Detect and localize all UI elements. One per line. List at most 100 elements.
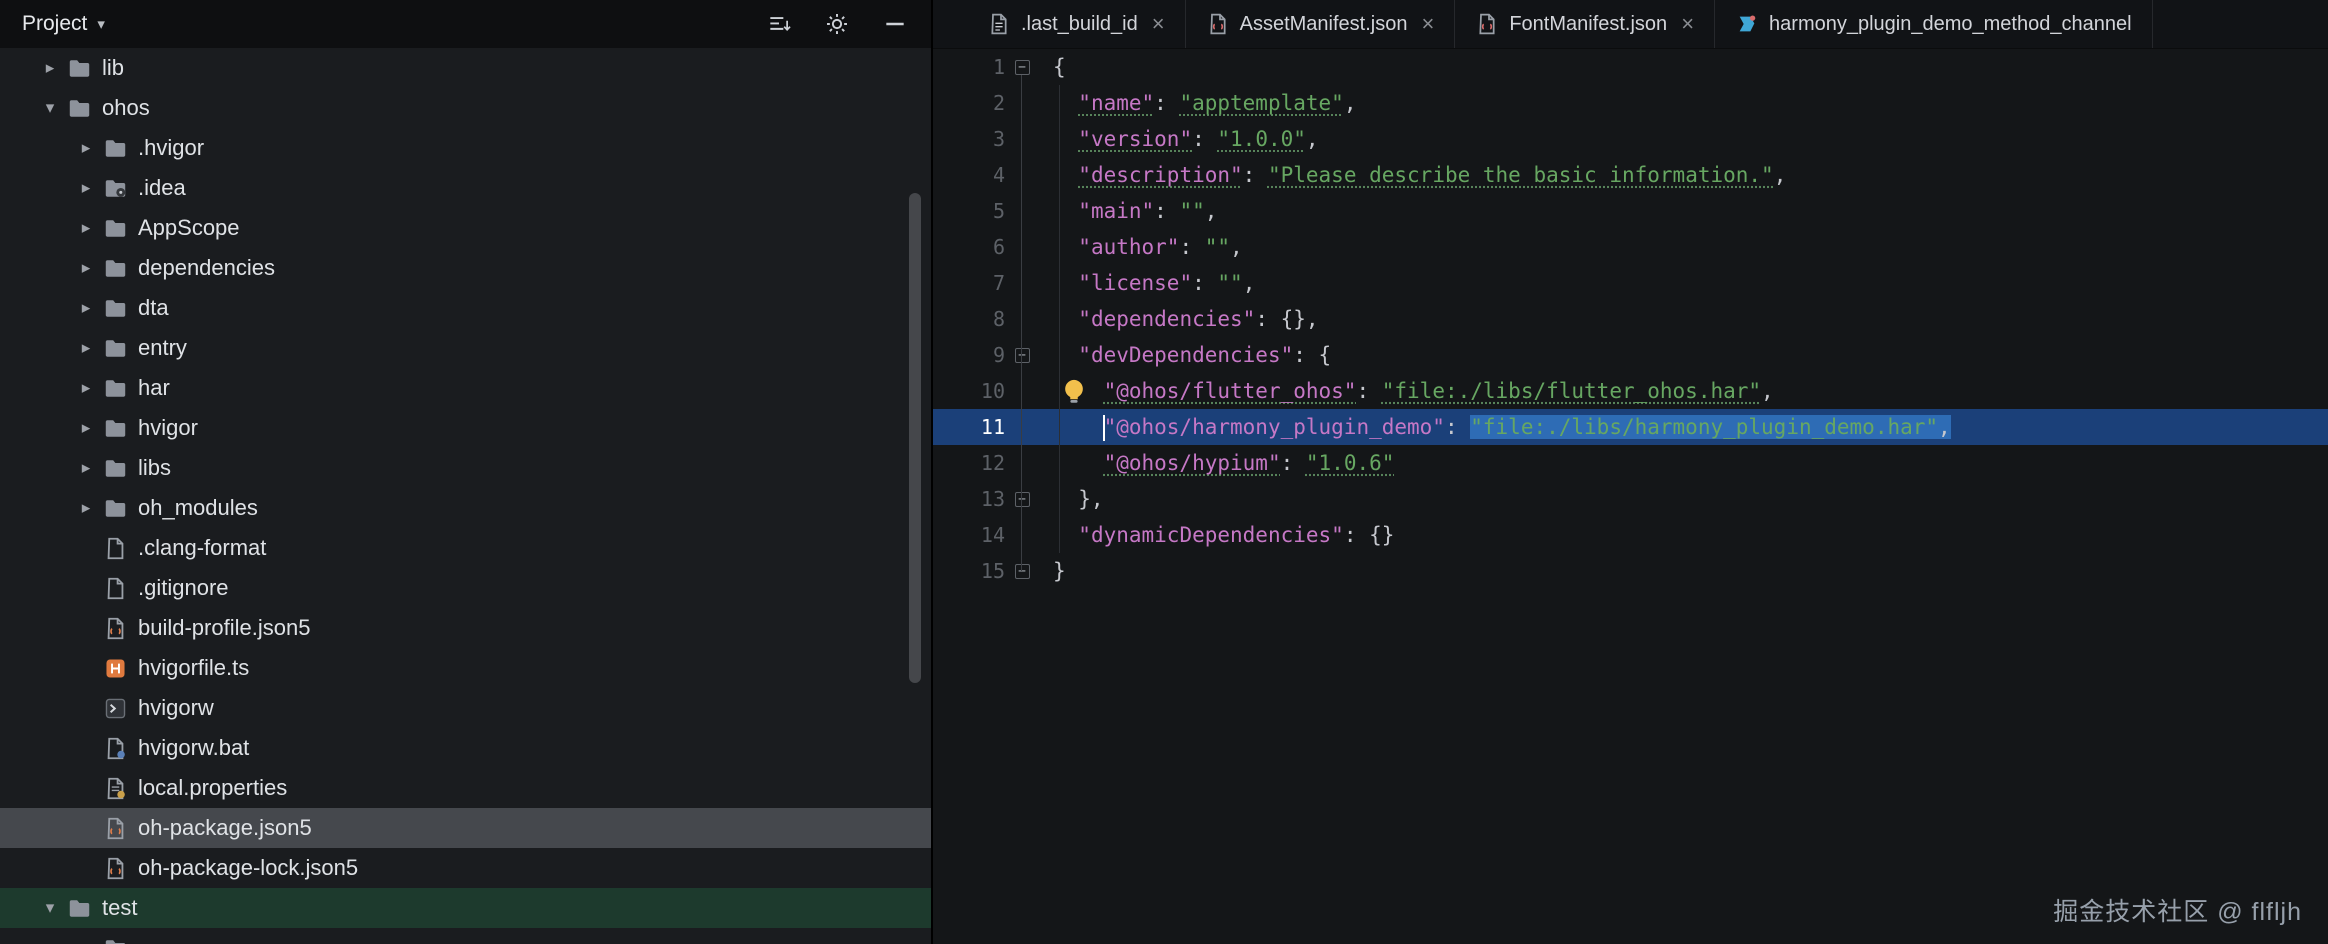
- tree-item-hvigorw.bat[interactable]: hvigorw.bat: [0, 728, 931, 768]
- tree-item-.gitignore[interactable]: .gitignore: [0, 568, 931, 608]
- code-line-1[interactable]: 1−{: [933, 49, 2328, 85]
- tree-item-libs[interactable]: ▸ libs: [0, 448, 931, 488]
- fold-marker-icon[interactable]: −: [1005, 337, 1039, 373]
- code-text: "version": "1.0.0",: [1078, 127, 1319, 151]
- tab-AssetManifest.json[interactable]: AssetManifest.json ×: [1186, 0, 1456, 48]
- folder-icon: [102, 415, 128, 441]
- chevron-right-icon[interactable]: ▸: [70, 378, 102, 398]
- fold-marker-icon[interactable]: −: [1005, 481, 1039, 517]
- scrollbar-thumb[interactable]: [909, 193, 921, 683]
- folder-icon: [102, 255, 128, 281]
- chevron-down-icon: ▾: [97, 16, 105, 33]
- code-line-11[interactable]: 11 "@ohos/harmony_plugin_demo": "file:./…: [933, 409, 2328, 445]
- tree-item-hvigorw[interactable]: hvigorw: [0, 688, 931, 728]
- tree-item-ohos[interactable]: ▾ ohos: [0, 88, 931, 128]
- json-file-icon: [1206, 12, 1230, 36]
- chevron-right-icon[interactable]: ▸: [70, 218, 102, 238]
- code-line-3[interactable]: 3 "version": "1.0.0",: [933, 121, 2328, 157]
- tree-item-dependencies[interactable]: ▸ dependencies: [0, 248, 931, 288]
- close-tab-icon[interactable]: ×: [1152, 11, 1165, 37]
- code-line-12[interactable]: 12 "@ohos/hypium": "1.0.6": [933, 445, 2328, 481]
- folder-icon: [102, 935, 128, 944]
- json5-file-icon: [102, 615, 128, 641]
- code-line-10[interactable]: 10 "@ohos/flutter_ohos": "file:./libs/fl…: [933, 373, 2328, 409]
- line-number: 5: [992, 199, 1005, 223]
- tree-item-build-profile.json5[interactable]: build-profile.json5: [0, 608, 931, 648]
- tab-label: AssetManifest.json: [1239, 12, 1408, 35]
- chevron-right-icon[interactable]: ▸: [70, 458, 102, 478]
- chevron-right-icon[interactable]: ▸: [70, 498, 102, 518]
- chevron-right-icon[interactable]: ▸: [70, 258, 102, 278]
- tree-item-label: .gitignore: [138, 575, 229, 600]
- tree-item-lib[interactable]: ▸ lib: [0, 48, 931, 88]
- line-number: 6: [992, 235, 1005, 259]
- tree-item-oh-package-lock.json5[interactable]: oh-package-lock.json5: [0, 848, 931, 888]
- code-line-6[interactable]: 6 "author": "",: [933, 229, 2328, 265]
- view-options-icon[interactable]: [765, 10, 793, 38]
- tree-item-partial[interactable]: [0, 928, 931, 944]
- fold-column: [1005, 409, 1039, 445]
- tree-item-label: AppScope: [138, 215, 240, 240]
- code-line-2[interactable]: 2 "name": "apptemplate",: [933, 85, 2328, 121]
- line-number: 1: [992, 55, 1005, 79]
- tree-item-.idea[interactable]: ▸ .idea: [0, 168, 931, 208]
- code-line-4[interactable]: 4 "description": "Please describe the ba…: [933, 157, 2328, 193]
- intention-bulb-icon[interactable]: [1059, 376, 1089, 406]
- code-line-7[interactable]: 7 "license": "",: [933, 265, 2328, 301]
- file-icon: [102, 535, 128, 561]
- tree-item-hvigorfile.ts[interactable]: hvigorfile.ts: [0, 648, 931, 688]
- tree-item-dta[interactable]: ▸ dta: [0, 288, 931, 328]
- tree-item-.clang-format[interactable]: .clang-format: [0, 528, 931, 568]
- tree-item-har[interactable]: ▸ har: [0, 368, 931, 408]
- tab-harmony_plugin_demo_method_channel[interactable]: harmony_plugin_demo_method_channel: [1715, 0, 2153, 48]
- code-line-15[interactable]: 15−}: [933, 553, 2328, 589]
- settings-gear-icon[interactable]: [823, 10, 851, 38]
- tab-FontManifest.json[interactable]: FontManifest.json ×: [1455, 0, 1716, 48]
- line-number: 2: [992, 91, 1005, 115]
- tree-item-oh-package.json5[interactable]: oh-package.json5: [0, 808, 931, 848]
- tree-item-hvigor[interactable]: ▸ hvigor: [0, 408, 931, 448]
- tree-item-entry[interactable]: ▸ entry: [0, 328, 931, 368]
- tree-item-AppScope[interactable]: ▸ AppScope: [0, 208, 931, 248]
- project-selector[interactable]: Project ▾: [22, 12, 105, 36]
- code-line-8[interactable]: 8 "dependencies": {},: [933, 301, 2328, 337]
- close-tab-icon[interactable]: ×: [1681, 11, 1694, 37]
- line-number: 8: [992, 307, 1005, 331]
- hide-panel-icon[interactable]: [881, 10, 909, 38]
- code-text: "author": "",: [1078, 235, 1243, 259]
- tree-item-local.properties[interactable]: local.properties: [0, 768, 931, 808]
- tree-item-oh_modules[interactable]: ▸ oh_modules: [0, 488, 931, 528]
- watermark: 掘金技术社区 @ flfljh: [2053, 898, 2302, 926]
- ide-root: Project ▾ ▸ lib ▾ ohos ▸ .hvigor ▸ .idea ▸ AppSco…: [0, 0, 2328, 944]
- code-line-5[interactable]: 5 "main": "",: [933, 193, 2328, 229]
- tree-item-label: lib: [102, 55, 125, 80]
- tree-item-label: libs: [138, 455, 172, 480]
- chevron-down-icon[interactable]: ▾: [34, 98, 66, 118]
- chevron-right-icon[interactable]: ▸: [34, 58, 66, 78]
- code-line-9[interactable]: 9− "devDependencies": {: [933, 337, 2328, 373]
- tree-item-label: hvigor: [138, 415, 198, 440]
- chevron-right-icon[interactable]: ▸: [70, 298, 102, 318]
- chevron-right-icon[interactable]: ▸: [70, 338, 102, 358]
- code-line-14[interactable]: 14 "dynamicDependencies": {}: [933, 517, 2328, 553]
- chevron-right-icon[interactable]: ▸: [70, 178, 102, 198]
- chevron-down-icon[interactable]: ▾: [34, 898, 66, 918]
- chevron-right-icon[interactable]: ▸: [70, 138, 102, 158]
- tab-.last_build_id[interactable]: .last_build_id ×: [967, 0, 1186, 48]
- json5-file-icon: [102, 855, 128, 881]
- tree-item-.hvigor[interactable]: ▸ .hvigor: [0, 128, 931, 168]
- fold-marker-icon[interactable]: −: [1005, 49, 1039, 85]
- fold-marker-icon[interactable]: −: [1005, 553, 1039, 589]
- editor-code-area[interactable]: 1−{2 "name": "apptemplate", 3 "version": …: [933, 49, 2328, 944]
- fold-column: [1005, 85, 1039, 121]
- chevron-right-icon[interactable]: ▸: [70, 418, 102, 438]
- code-line-13[interactable]: 13− },: [933, 481, 2328, 517]
- fold-column: [1005, 229, 1039, 265]
- tree-item-label: oh-package-lock.json5: [138, 855, 359, 880]
- panel-actions: [765, 10, 909, 38]
- code-text: },: [1053, 487, 1104, 511]
- fold-column: [1005, 445, 1039, 481]
- close-tab-icon[interactable]: ×: [1421, 11, 1434, 37]
- tree-item-test[interactable]: ▾ test: [0, 888, 931, 928]
- tree-item-label: local.properties: [138, 775, 288, 800]
